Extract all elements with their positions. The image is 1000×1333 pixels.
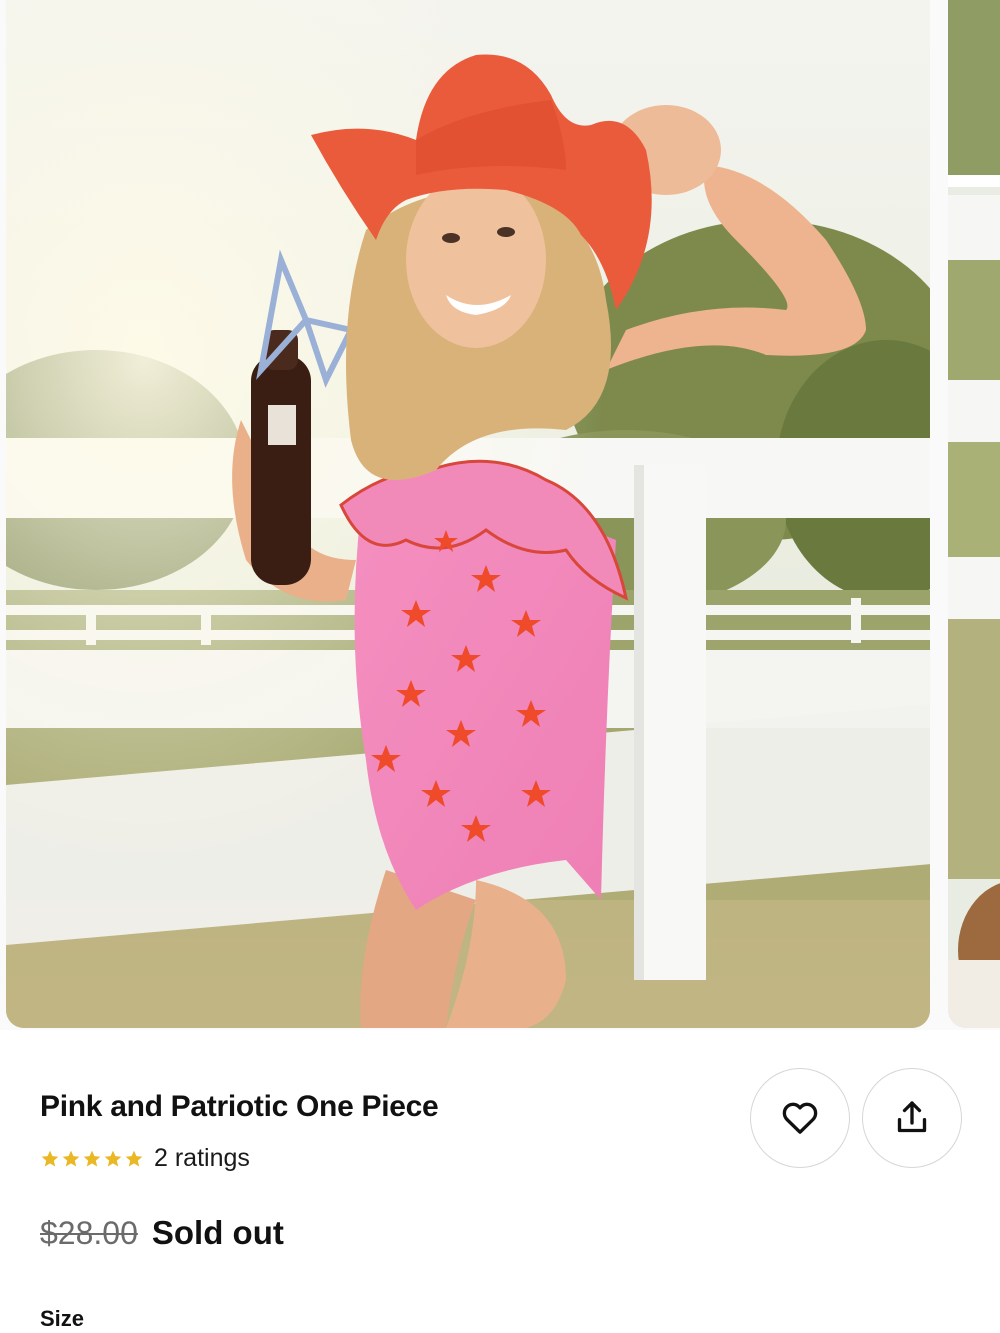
ratings-count[interactable]: 2 ratings	[154, 1144, 250, 1173]
product-info-panel: Pink and Patriotic One Piece 2 ratings $…	[0, 1030, 1000, 1333]
product-image-gallery[interactable]	[0, 0, 1000, 1030]
stock-status: Sold out	[151, 1214, 284, 1251]
share-icon	[897, 1101, 927, 1133]
share-button[interactable]	[862, 1068, 962, 1168]
star-icon	[125, 1150, 143, 1166]
star-rating	[40, 1149, 144, 1169]
star-icon	[62, 1150, 80, 1166]
product-title: Pink and Patriotic One Piece	[40, 1090, 439, 1123]
original-price: $28.00	[40, 1215, 138, 1251]
product-rating[interactable]: 2 ratings	[40, 1144, 250, 1173]
heart-icon	[782, 1102, 818, 1134]
next-product-photo[interactable]	[948, 0, 1000, 1028]
favorite-button[interactable]	[750, 1068, 850, 1168]
price-row: $28.00 Sold out	[40, 1214, 284, 1252]
star-icon	[83, 1150, 101, 1166]
product-photo[interactable]	[6, 0, 930, 1028]
size-label: Size	[40, 1306, 85, 1331]
star-icon	[41, 1150, 59, 1166]
star-icon	[104, 1150, 122, 1166]
